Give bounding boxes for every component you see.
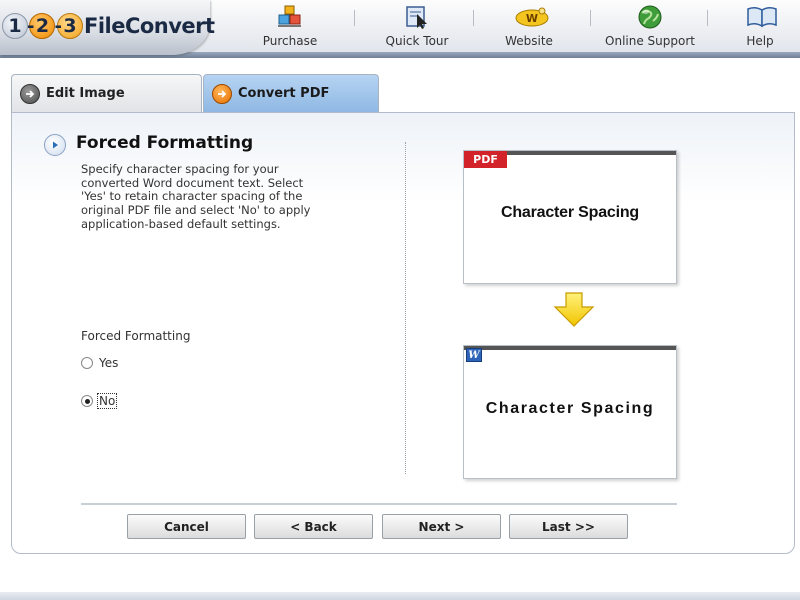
- app-header: 1 - 2 - 3 FileConvert Purchase Quick Tou…: [0, 0, 800, 58]
- play-circle-icon: [44, 134, 66, 156]
- nav-purchase[interactable]: Purchase: [235, 4, 345, 50]
- cart-boxes-icon: [276, 4, 304, 30]
- horizontal-divider: [81, 503, 677, 505]
- pdf-sample-text: Character Spacing: [501, 204, 639, 221]
- pdf-preview-card: PDF Character Spacing: [463, 150, 677, 284]
- logo-dash: -: [54, 15, 62, 37]
- bottom-bar: [0, 592, 800, 600]
- pdf-badge: PDF: [464, 151, 507, 168]
- tab-edit-image[interactable]: Edit Image: [11, 74, 202, 112]
- nav-purchase-label: Purchase: [262, 34, 318, 48]
- nav-help-label: Help: [746, 34, 774, 48]
- logo-plate: 1 - 2 - 3 FileConvert: [0, 0, 215, 55]
- book-icon: [746, 4, 777, 30]
- svg-text:W: W: [526, 12, 538, 25]
- nav-quick-tour[interactable]: Quick Tour: [362, 4, 472, 50]
- radio-no[interactable]: No: [81, 392, 118, 410]
- radio-no-label[interactable]: No: [96, 393, 118, 409]
- logo-brand: FileConvert: [83, 14, 215, 38]
- radio-yes[interactable]: Yes: [81, 354, 119, 372]
- tab-convert-pdf-label: Convert PDF: [238, 86, 330, 101]
- radio-no-button[interactable]: [81, 395, 93, 407]
- tab-convert-pdf[interactable]: Convert PDF: [203, 74, 379, 112]
- logo-dash: -: [27, 15, 35, 37]
- page-title: Forced Formatting: [76, 133, 254, 153]
- last-button[interactable]: Last >>: [509, 514, 628, 539]
- nav-online-support-label: Online Support: [605, 34, 695, 48]
- arrow-circle-icon: [20, 83, 40, 104]
- pointer-tour-icon: [403, 4, 431, 30]
- nav-website[interactable]: W Website: [474, 4, 584, 50]
- cancel-button[interactable]: Cancel: [127, 514, 246, 539]
- word-preview-card: W Character Spacing: [463, 345, 677, 479]
- radio-selected-dot: [84, 398, 90, 404]
- globe-icon: [636, 4, 664, 30]
- www-icon: W: [515, 4, 549, 30]
- vertical-divider: [405, 142, 406, 474]
- nav-quick-tour-label: Quick Tour: [385, 34, 449, 48]
- app-logo: 1 - 2 - 3 FileConvert: [2, 12, 215, 40]
- arrow-down-icon: [553, 292, 595, 327]
- nav-website-label: Website: [505, 34, 553, 48]
- description-text: Specify character spacing for your conve…: [81, 162, 311, 231]
- logo-number-1: 1: [2, 13, 28, 39]
- word-sample-text: Character Spacing: [485, 400, 655, 417]
- nav-separator: [354, 10, 355, 26]
- arrow-circle-icon: [212, 83, 232, 104]
- back-button[interactable]: < Back: [254, 514, 373, 539]
- card-top-bar: [464, 346, 676, 350]
- radio-yes-label[interactable]: Yes: [98, 356, 119, 370]
- radio-yes-button[interactable]: [81, 357, 93, 369]
- nav-help[interactable]: Help: [705, 4, 800, 50]
- forced-formatting-label: Forced Formatting: [81, 329, 191, 343]
- nav-separator: [590, 10, 591, 26]
- nav-online-support[interactable]: Online Support: [595, 4, 705, 50]
- tab-edit-image-label: Edit Image: [46, 86, 125, 101]
- next-button[interactable]: Next >: [382, 514, 501, 539]
- word-icon: W: [466, 348, 482, 362]
